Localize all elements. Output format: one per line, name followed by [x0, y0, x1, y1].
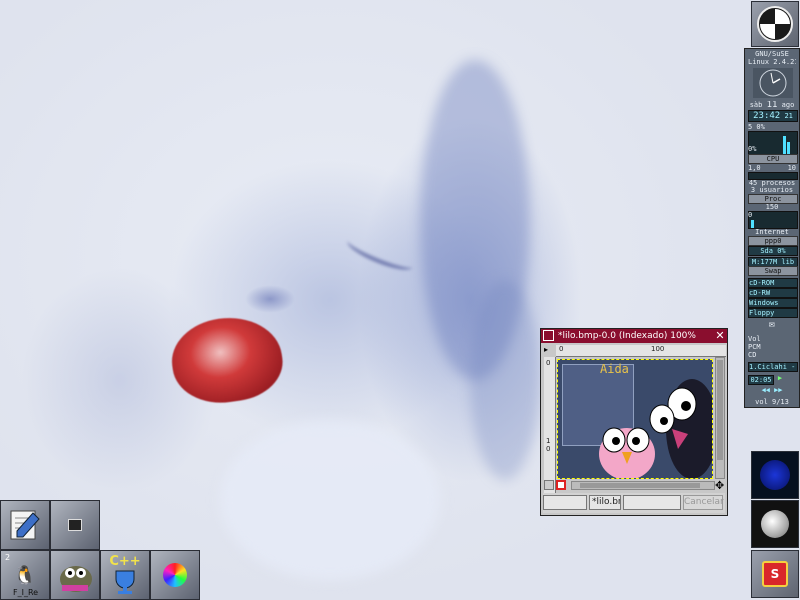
date-weekday: sàb: [749, 101, 763, 109]
time-display: 23:42 21: [748, 110, 798, 122]
player-controls[interactable]: ◀◀ ▶▶: [748, 386, 796, 394]
hair-shadow: [220, 420, 440, 580]
color-wheel-icon: [163, 563, 187, 587]
trophy-icon: [115, 570, 135, 594]
date-day: 11: [766, 101, 778, 109]
dock-tile-moon[interactable]: [751, 500, 799, 548]
os-name: GNU/SuSE: [755, 50, 789, 58]
blue-shape-icon: [760, 460, 790, 490]
vertical-scrollbar[interactable]: [715, 357, 725, 479]
date-display: sàb 11 ago: [748, 101, 796, 109]
system-monitor-panel: GNU/SuSE Linux 2.4.21 sàb 11 ago 23:42 2…: [744, 48, 800, 408]
hair-shadow: [470, 280, 540, 480]
horizontal-scrollbar[interactable]: [571, 481, 715, 490]
ruler-v-mark: 0: [546, 359, 551, 367]
red-lips: [166, 310, 288, 410]
window-titlebar[interactable]: *lilo.bmp-0.0 (Indexado) 100% ✕: [541, 329, 727, 343]
menu-arrow-icon[interactable]: ▸: [544, 345, 554, 355]
user-count: 3 usuarios: [750, 186, 794, 194]
gimp-image-window[interactable]: *lilo.bmp-0.0 (Indexado) 100% ✕ ▸ 0 100 …: [540, 328, 728, 516]
quickmask-icon[interactable]: [544, 480, 554, 490]
ruler-v-mark: 1: [546, 437, 551, 445]
load-left: 1,0: [748, 164, 761, 172]
dock-tile-display[interactable]: [751, 451, 799, 499]
mixer-vol[interactable]: Vol: [748, 335, 796, 343]
dock-tile-color[interactable]: [150, 550, 200, 600]
swap-label[interactable]: Swap: [748, 266, 798, 276]
penguin-cartoon-icon: [599, 379, 712, 478]
horizontal-ruler: 0 100: [556, 345, 726, 357]
window-menu-button[interactable]: [543, 330, 554, 341]
net-zero: 0: [748, 211, 753, 219]
red-app-icon: S: [762, 561, 788, 587]
date-month: ago: [781, 101, 795, 109]
dock-tile-editor[interactable]: [0, 500, 50, 550]
dock-tile-terminal[interactable]: [50, 500, 100, 550]
ruler-h-mark: 100: [651, 345, 665, 353]
mixer-cd[interactable]: CD: [748, 351, 796, 359]
progress-field: [623, 495, 681, 510]
scroll-thumb[interactable]: [580, 483, 700, 488]
mail-icon[interactable]: ✉: [748, 321, 796, 329]
load-scale: 1,0 10: [748, 164, 796, 172]
cpu-sys-percent: 0%: [748, 145, 757, 153]
mount-floppy[interactable]: Floppy: [748, 308, 798, 318]
play-icon[interactable]: ▶: [775, 374, 785, 382]
disk-label: Sda 0%: [748, 246, 798, 256]
status-bar: *lilo.br Cancelar: [543, 493, 725, 513]
nextstep-logo-icon: [757, 6, 793, 42]
analog-clock-icon: [753, 68, 793, 98]
filename-field: *lilo.br: [589, 495, 621, 510]
ppp-label[interactable]: ppp0: [748, 236, 798, 246]
net-graph-bar: [751, 220, 754, 228]
quickmask-on-icon[interactable]: [556, 480, 566, 490]
closed-eye: [344, 232, 416, 276]
time-value: 23:42: [753, 111, 781, 121]
dock-app-tile[interactable]: [751, 1, 799, 47]
dock-tile-app[interactable]: S: [751, 550, 799, 598]
workspace-label: F_I_Re: [13, 588, 39, 597]
image-canvas[interactable]: Aida: [557, 359, 713, 479]
ruler-v-mark: 0: [546, 445, 551, 453]
player-time: 02:05: [748, 375, 774, 385]
dock-tile-gimp[interactable]: [50, 550, 100, 600]
time-seconds: 21: [784, 112, 793, 120]
window-title: *lilo.bmp-0.0 (Indexado) 100%: [558, 331, 696, 341]
player-footer: vol 9/13: [755, 398, 789, 406]
kernel-version: Linux 2.4.21: [748, 58, 796, 66]
net-value: 150: [765, 203, 779, 211]
navigate-icon[interactable]: ✥: [715, 479, 724, 492]
load-right: 10: [787, 164, 796, 172]
close-icon[interactable]: ✕: [714, 330, 726, 342]
gimp-mascot-icon: [60, 566, 92, 592]
cpu-label[interactable]: CPU: [748, 154, 798, 164]
tux-icon: 🐧: [13, 564, 37, 586]
dock-tile-cpp[interactable]: C++: [100, 550, 150, 600]
mount-cdrw[interactable]: cD-RW: [748, 288, 798, 298]
face-nose: [245, 285, 295, 313]
mount-windows[interactable]: Windows: [748, 298, 798, 308]
workspace-number: 2: [5, 553, 11, 562]
coords-field: [543, 495, 587, 510]
text-editor-icon: [10, 510, 40, 540]
ruler-h-mark: 0: [559, 345, 564, 353]
cancel-button[interactable]: Cancelar: [683, 495, 724, 510]
mixer-pcm[interactable]: PCM: [748, 343, 796, 351]
internet-label: Internet: [755, 228, 789, 236]
track-title: 1.Ciclahi - T: [748, 362, 798, 372]
cpu-user-percent: 5 0%: [748, 123, 765, 131]
scroll-thumb[interactable]: [717, 360, 723, 460]
cpp-label: C++: [109, 554, 141, 569]
workspace-pager[interactable]: 2 🐧 F_I_Re: [0, 550, 50, 600]
mount-cdrom[interactable]: cD-ROM: [748, 278, 798, 288]
moon-icon: [761, 510, 789, 538]
terminal-icon: [68, 519, 82, 531]
